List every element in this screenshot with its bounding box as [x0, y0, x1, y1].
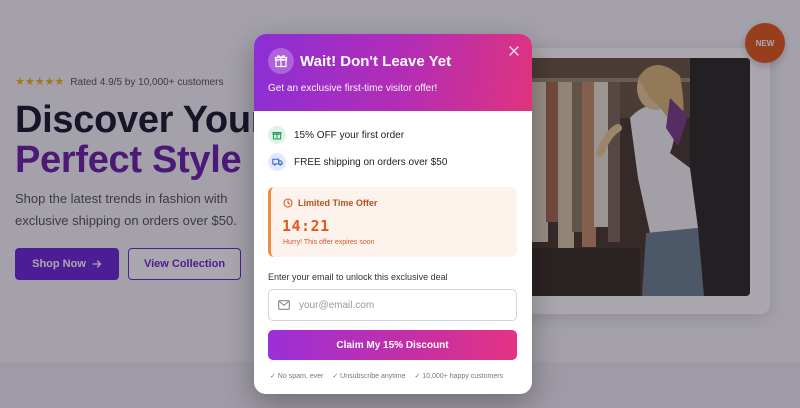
gift-icon	[268, 126, 286, 144]
timer-label-text: Limited Time Offer	[298, 198, 378, 208]
modal-gift-badge	[268, 48, 294, 74]
email-input[interactable]	[299, 299, 499, 311]
assurance-row: ✓ No spam, ever ✓ Unsubscribe anytime ✓ …	[270, 372, 519, 380]
perk-shipping: FREE shipping on orders over $50	[268, 153, 447, 171]
perk-discount-text: 15% OFF your first order	[294, 129, 405, 141]
modal-title: Wait! Don't Leave Yet	[300, 53, 452, 70]
countdown-value: 14:21	[282, 217, 330, 235]
timer-note: Hurry! This offer expires soon	[283, 239, 375, 246]
perk-shipping-text: FREE shipping on orders over $50	[294, 156, 448, 168]
perk-discount: 15% OFF your first order	[268, 126, 404, 144]
timer-label: Limited Time Offer	[283, 198, 377, 208]
modal-subtitle: Get an exclusive first-time visitor offe…	[268, 83, 438, 94]
assurance-unsubscribe: ✓ Unsubscribe anytime	[332, 373, 406, 380]
envelope-icon	[278, 300, 290, 310]
claim-discount-button[interactable]: Claim My 15% Discount	[268, 330, 517, 360]
gift-icon	[274, 55, 288, 68]
truck-icon	[268, 153, 286, 171]
exit-offer-modal: Wait! Don't Leave Yet Get an exclusive f…	[254, 34, 532, 394]
assurance-customers: ✓ 10,000+ happy customers	[414, 373, 504, 380]
email-label: Enter your email to unlock this exclusiv…	[268, 272, 448, 282]
modal-header: Wait! Don't Leave Yet Get an exclusive f…	[254, 34, 532, 111]
assurance-no-spam: ✓ No spam, ever	[270, 373, 324, 380]
email-field-wrapper[interactable]	[268, 289, 517, 321]
limited-offer-timer: Limited Time Offer 14:21 Hurry! This off…	[268, 187, 517, 257]
clock-icon	[283, 198, 293, 208]
close-icon[interactable]	[507, 44, 521, 58]
